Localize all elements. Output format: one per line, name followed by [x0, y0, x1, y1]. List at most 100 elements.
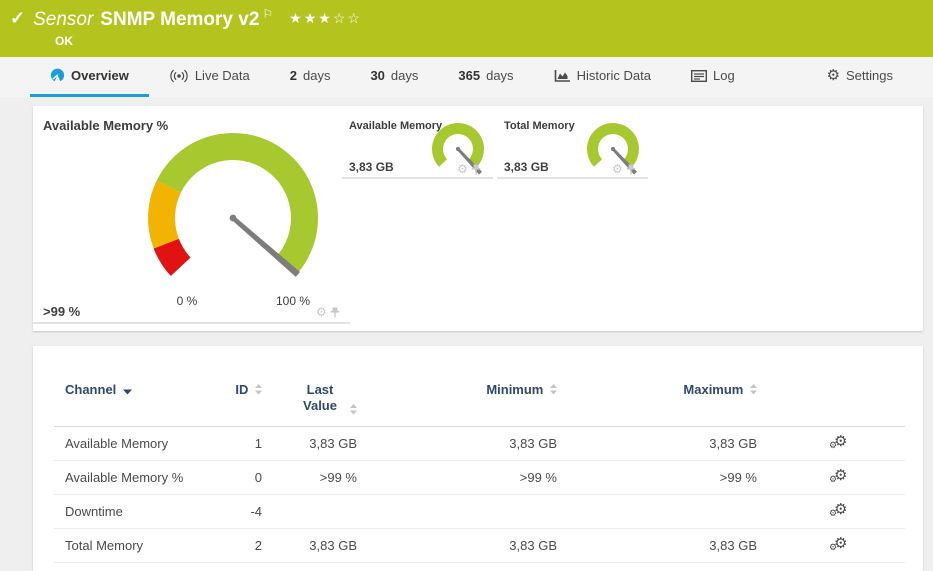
tab-live-data[interactable]: Live Data [149, 57, 270, 97]
header-label: Last Value [296, 382, 344, 414]
tab-overview[interactable]: Overview [30, 57, 149, 97]
header-last-value[interactable]: Last Value [270, 346, 365, 427]
main-gauge-value: >99 % [43, 304, 80, 319]
sort-icon [255, 384, 262, 395]
table-row[interactable]: Downtime -4 ⚙⚙ [54, 495, 905, 529]
header-minimum[interactable]: Minimum [365, 346, 565, 427]
header-label: Channel [65, 382, 116, 397]
pin-icon[interactable] [471, 164, 481, 175]
header-label: ID [235, 382, 248, 397]
cell-id: 2 [204, 529, 270, 563]
priority-stars[interactable]: ★★★☆☆ [289, 10, 362, 27]
header-actions [765, 346, 905, 427]
gauge-tools: ⚙ [612, 163, 636, 175]
table-row[interactable]: Available Memory 1 3,83 GB 3,83 GB 3,83 … [54, 427, 905, 461]
live-data-icon [169, 69, 189, 83]
sort-desc-icon [123, 389, 132, 395]
tab-label: Live Data [195, 68, 250, 83]
sensor-header: ✓ Sensor SNMP Memory v2 ⚐ ★★★☆☆ OK [0, 0, 933, 57]
sort-icon [750, 384, 757, 395]
tab-2-days[interactable]: 2 days [270, 57, 351, 97]
total-memory-gauge-value: 3,83 GB [504, 160, 549, 174]
gauge-cell-divider [342, 177, 493, 179]
sort-icon [550, 384, 557, 395]
tab-historic-data[interactable]: Historic Data [534, 57, 671, 97]
gauge-tools: ⚙ [457, 163, 481, 175]
channel-settings-icon[interactable]: ⚙⚙ [829, 535, 849, 553]
tab-settings[interactable]: ⚙ Settings [807, 57, 913, 97]
gauges-panel: Available Memory % 0 % 100 % >99 % ⚙ Ava… [33, 106, 923, 331]
status-check-icon: ✓ [10, 8, 25, 29]
sensor-header-row: ✓ Sensor SNMP Memory v2 ⚐ ★★★☆☆ [0, 0, 933, 31]
channel-table: Channel ID Last Value [54, 346, 905, 563]
channels-panel: Channel ID Last Value [33, 346, 923, 571]
table-header-row: Channel ID Last Value [54, 346, 905, 427]
available-memory-percent-gauge [123, 126, 343, 278]
sensor-type-label: Sensor [33, 9, 93, 31]
tab-label: Log [713, 68, 735, 83]
table-row[interactable]: Available Memory % 0 >99 % >99 % >99 % ⚙… [54, 461, 905, 495]
cell-last-value: 3,83 GB [270, 529, 365, 563]
gauge-scale-max: 100 % [263, 294, 323, 308]
gauge-scale-min: 0 % [157, 294, 217, 308]
cell-minimum [365, 495, 565, 529]
sort-icon [350, 404, 357, 415]
pin-icon[interactable] [330, 307, 340, 318]
gauge-cell-divider [497, 177, 648, 179]
status-badge: OK [55, 34, 73, 48]
cell-channel[interactable]: Available Memory [54, 427, 204, 461]
cell-id: 1 [204, 427, 270, 461]
tab-label: days [303, 68, 330, 83]
tab-label: days [391, 68, 418, 83]
channel-settings-icon[interactable]: ⚙⚙ [829, 467, 849, 485]
cell-maximum: 3,83 GB [565, 427, 765, 461]
cell-id: 0 [204, 461, 270, 495]
header-maximum[interactable]: Maximum [565, 346, 765, 427]
cell-channel[interactable]: Available Memory % [54, 461, 204, 495]
tab-number: 30 [370, 68, 384, 83]
tab-label: Overview [71, 68, 129, 83]
tab-label: Historic Data [577, 68, 651, 83]
gear-icon[interactable]: ⚙ [457, 163, 468, 175]
header-id[interactable]: ID [204, 346, 270, 427]
tab-30-days[interactable]: 30 days [350, 57, 438, 97]
pin-icon[interactable] [626, 164, 636, 175]
tab-number: 2 [290, 68, 297, 83]
tab-label: Settings [846, 68, 893, 83]
gauge-icon [50, 68, 65, 83]
flag-icon[interactable]: ⚐ [262, 7, 273, 21]
available-memory-gauge-value: 3,83 GB [349, 160, 394, 174]
cell-id: -4 [204, 495, 270, 529]
header-label: Minimum [486, 382, 543, 397]
channel-settings-icon[interactable]: ⚙⚙ [829, 433, 849, 451]
cell-maximum: 3,83 GB [565, 529, 765, 563]
header-channel[interactable]: Channel [54, 346, 204, 427]
cell-last-value [270, 495, 365, 529]
table-row[interactable]: Total Memory 2 3,83 GB 3,83 GB 3,83 GB ⚙… [54, 529, 905, 563]
tab-bar: Overview Live Data 2 days 30 days 365 da… [0, 57, 933, 97]
sensor-title: SNMP Memory v2 [100, 9, 259, 31]
cell-last-value: 3,83 GB [270, 427, 365, 461]
channel-settings-icon[interactable]: ⚙⚙ [829, 501, 849, 519]
header-label: Maximum [683, 382, 743, 397]
cell-minimum: 3,83 GB [365, 427, 565, 461]
cell-channel[interactable]: Downtime [54, 495, 204, 529]
cell-minimum: 3,83 GB [365, 529, 565, 563]
cell-channel[interactable]: Total Memory [54, 529, 204, 563]
tab-365-days[interactable]: 365 days [438, 57, 533, 97]
cell-minimum: >99 % [365, 461, 565, 495]
tab-number: 365 [458, 68, 480, 83]
tab-label: days [486, 68, 513, 83]
total-memory-gauge-title: Total Memory [504, 120, 575, 132]
cell-last-value: >99 % [270, 461, 365, 495]
gauge-cell-divider [33, 322, 350, 324]
log-list-icon [691, 70, 707, 82]
settings-gear-icon: ⚙ [827, 68, 840, 83]
gear-icon[interactable]: ⚙ [612, 163, 623, 175]
cell-maximum: >99 % [565, 461, 765, 495]
gear-icon[interactable]: ⚙ [316, 306, 327, 318]
historic-chart-icon [554, 69, 571, 83]
cell-maximum [565, 495, 765, 529]
gauge-tools: ⚙ [316, 306, 340, 318]
tab-log[interactable]: Log [671, 57, 755, 97]
